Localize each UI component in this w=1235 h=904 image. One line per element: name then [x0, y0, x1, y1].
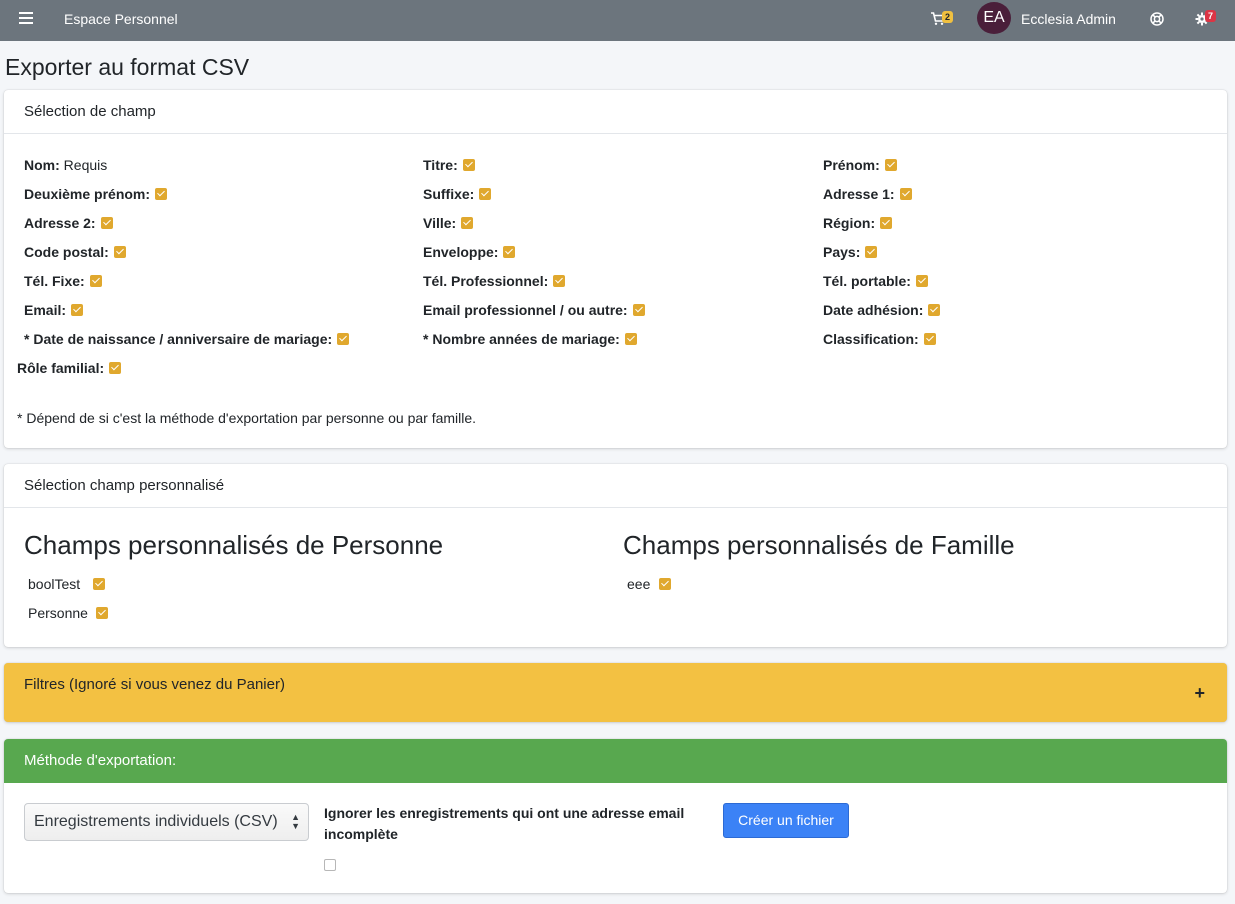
cart-button[interactable]: 2 — [931, 11, 959, 27]
field-nombre-annees-mariage: * Nombre années de mariage: — [423, 331, 637, 347]
custom-field-selection-header: Sélection champ personnalisé — [4, 464, 1227, 508]
export-method-select-value: Enregistrements individuels (CSV) — [34, 813, 278, 830]
field-tel-fixe: Tél. Fixe: — [24, 273, 102, 289]
field-prenom: Prénom: — [823, 157, 897, 173]
checkbox-deuxieme-prenom[interactable] — [155, 188, 168, 200]
custom-field-personne: Personne — [28, 605, 108, 621]
field-pays: Pays: — [823, 244, 878, 260]
checkbox-prenom[interactable] — [884, 159, 897, 171]
checkbox-adresse-2[interactable] — [100, 217, 113, 229]
checkbox-enveloppe[interactable] — [503, 246, 516, 258]
ignore-incomplete-email-label: Ignorer les enregistrements qui ont une … — [324, 805, 685, 842]
field-titre: Titre: — [423, 157, 475, 173]
checkbox-booltest[interactable] — [93, 578, 106, 590]
checkbox-classification[interactable] — [923, 333, 936, 345]
top-navbar: Espace Personnel 2 EA Ecclesia Admin 7 — [0, 0, 1235, 41]
family-custom-fields-title: Champs personnalisés de Famille — [623, 530, 1015, 560]
field-date-adhesion: Date adhésion: — [823, 302, 941, 318]
checkbox-adresse-1[interactable] — [899, 188, 912, 200]
checkbox-titre[interactable] — [462, 159, 475, 171]
filters-card[interactable]: Filtres (Ignoré si vous venez du Panier)… — [4, 663, 1227, 722]
user-name[interactable]: Ecclesia Admin — [1021, 11, 1116, 27]
checkbox-personne[interactable] — [95, 607, 108, 619]
person-custom-fields-title: Champs personnalisés de Personne — [24, 530, 444, 560]
select-arrows-icon: ▲ ▼ — [291, 812, 300, 831]
brand-title[interactable]: Espace Personnel — [64, 11, 178, 27]
checkbox-tel-portable[interactable] — [915, 275, 928, 287]
checkbox-suffixe[interactable] — [479, 188, 492, 200]
checkbox-email-professionnel[interactable] — [632, 304, 645, 316]
field-tel-portable: Tél. portable: — [823, 273, 928, 289]
export-method-select[interactable]: Enregistrements individuels (CSV) ▲ ▼ — [24, 803, 309, 841]
field-date-naissance: * Date de naissance / anniversaire de ma… — [24, 331, 350, 347]
custom-field-booltest: boolTest — [28, 576, 106, 592]
settings-button[interactable]: 7 — [1195, 10, 1223, 28]
help-lifebuoy-icon[interactable] — [1150, 12, 1164, 26]
export-method-header: Méthode d'exportation: — [4, 739, 1227, 783]
filters-header[interactable]: Filtres (Ignoré si vous venez du Panier) — [4, 663, 1227, 707]
field-enveloppe: Enveloppe: — [423, 244, 516, 260]
checkbox-date-naissance[interactable] — [337, 333, 350, 345]
field-suffixe: Suffixe: — [423, 186, 492, 202]
checkbox-code-postal[interactable] — [113, 246, 126, 258]
checkbox-tel-professionnel[interactable] — [553, 275, 566, 287]
avatar[interactable]: EA — [977, 2, 1011, 34]
checkbox-date-adhesion[interactable] — [928, 304, 941, 316]
checkbox-pays[interactable] — [865, 246, 878, 258]
field-classification: Classification: — [823, 331, 936, 347]
checkbox-tel-fixe[interactable] — [89, 275, 102, 287]
field-tel-professionnel: Tél. Professionnel: — [423, 273, 566, 289]
checkbox-email[interactable] — [71, 304, 84, 316]
field-deuxieme-prenom: Deuxième prénom: — [24, 186, 168, 202]
field-region: Région: — [823, 215, 893, 231]
settings-count-badge: 7 — [1205, 10, 1217, 22]
custom-field-selection-card: Sélection champ personnalisé Champs pers… — [4, 464, 1227, 647]
hamburger-menu-icon[interactable] — [19, 12, 33, 24]
checkbox-role-familial[interactable] — [109, 362, 122, 374]
page-title: Exporter au format CSV — [5, 54, 250, 80]
field-role-familial: Rôle familial: — [17, 360, 122, 376]
field-selection-card: Sélection de champ Nom: Requis Titre: Pr… — [4, 90, 1227, 448]
field-email: Email: — [24, 302, 84, 318]
cart-count-badge: 2 — [942, 11, 954, 23]
field-email-professionnel: Email professionnel / ou autre: — [423, 302, 645, 318]
expand-plus-icon[interactable]: + — [1194, 683, 1205, 704]
checkbox-nombre-annees-mariage[interactable] — [624, 333, 637, 345]
checkbox-region[interactable] — [880, 217, 893, 229]
export-method-card: Méthode d'exportation: Enregistrements i… — [4, 739, 1227, 893]
field-nom-value: Requis — [63, 157, 108, 173]
create-file-button[interactable]: Créer un fichier — [723, 803, 849, 838]
field-adresse-1: Adresse 1: — [823, 186, 912, 202]
export-method-note: * Dépend de si c'est la méthode d'export… — [17, 410, 477, 426]
field-selection-header: Sélection de champ — [4, 90, 1227, 134]
field-nom: Nom: Requis — [24, 157, 108, 173]
custom-field-eee: eee — [627, 576, 672, 592]
field-adresse-2: Adresse 2: — [24, 215, 113, 231]
field-ville: Ville: — [423, 215, 474, 231]
checkbox-eee[interactable] — [659, 578, 672, 590]
field-code-postal: Code postal: — [24, 244, 126, 260]
ignore-incomplete-email-checkbox[interactable] — [324, 859, 336, 871]
checkbox-ville[interactable] — [461, 217, 474, 229]
